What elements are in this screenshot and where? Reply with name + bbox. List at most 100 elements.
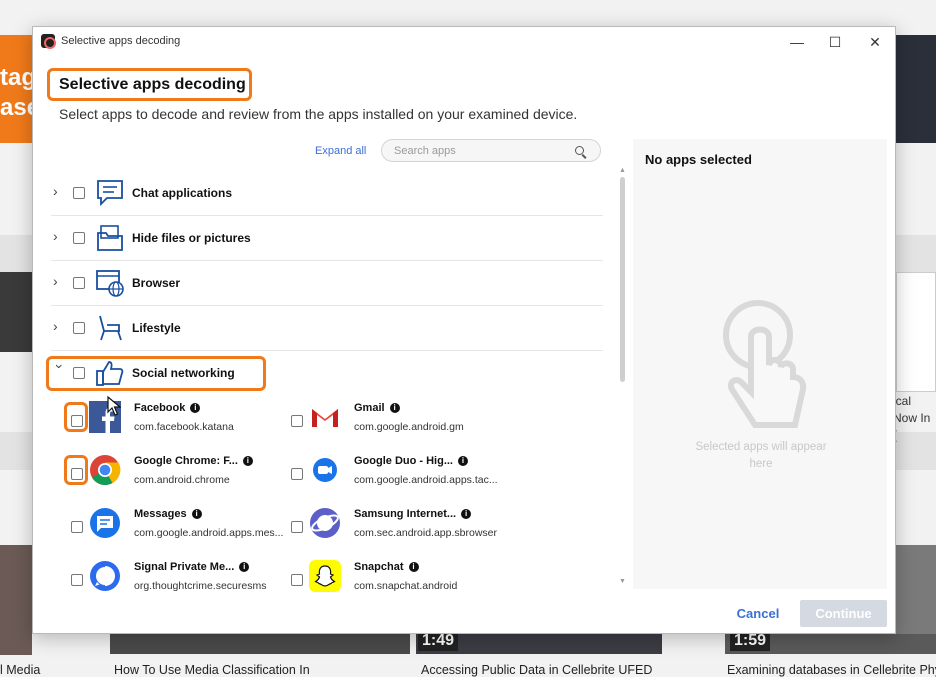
info-icon[interactable]: i bbox=[190, 403, 201, 413]
info-icon[interactable]: i bbox=[458, 456, 468, 466]
app-checkbox[interactable] bbox=[291, 574, 303, 586]
category-row-chat[interactable]: › Chat applications bbox=[51, 171, 603, 216]
highlight-box bbox=[64, 402, 88, 432]
category-label: Chat applications bbox=[132, 186, 233, 200]
minimize-button[interactable]: — bbox=[785, 31, 809, 53]
app-item-snapchat[interactable]: Snapchat i com.snapchat.android bbox=[287, 558, 507, 608]
app-logo-icon bbox=[41, 34, 56, 49]
background-thumbnail bbox=[110, 634, 410, 654]
video-duration: 1:59 bbox=[730, 631, 771, 651]
app-item-messages[interactable]: Messages i com.google.android.apps.mes... bbox=[67, 505, 287, 555]
info-icon[interactable]: i bbox=[239, 562, 250, 572]
scroll-down-arrow-icon[interactable]: ▼ bbox=[619, 578, 626, 585]
chat-icon bbox=[97, 180, 123, 207]
background-caption: ical Now In ( bbox=[893, 394, 931, 442]
app-package: com.facebook.katana bbox=[134, 421, 234, 433]
continue-button[interactable]: Continue bbox=[800, 600, 887, 627]
search-input[interactable] bbox=[394, 143, 574, 159]
tap-hand-icon bbox=[723, 300, 807, 428]
app-package: com.google.android.apps.tac... bbox=[354, 474, 498, 486]
app-name: Samsung Internet... i bbox=[354, 508, 472, 520]
background-thumbnail bbox=[896, 272, 936, 392]
chair-icon bbox=[99, 315, 122, 341]
info-icon[interactable]: i bbox=[191, 509, 202, 519]
app-package: com.google.android.apps.mes... bbox=[134, 527, 284, 539]
app-item-google-duo[interactable]: Google Duo - Hig... i com.google.android.… bbox=[287, 452, 507, 502]
app-item-samsung-internet[interactable]: Samsung Internet... i com.sec.android.app… bbox=[287, 505, 507, 555]
app-checkbox[interactable] bbox=[291, 521, 303, 533]
app-item-chrome[interactable]: Google Chrome: F... i com.android.chrome bbox=[67, 452, 287, 502]
chevron-right-icon[interactable]: › bbox=[53, 274, 67, 288]
app-item-signal[interactable]: Signal Private Me... i org.thoughtcrime.s… bbox=[67, 558, 287, 608]
mouse-cursor-icon bbox=[107, 396, 121, 416]
app-name: Signal Private Me... i bbox=[134, 561, 250, 573]
background-banner: tag ase bbox=[0, 35, 36, 143]
app-name: Snapchat i bbox=[354, 561, 419, 573]
video-caption[interactable]: Examining databases in Cellebrite Phy bbox=[727, 663, 936, 677]
no-apps-title: No apps selected bbox=[645, 152, 752, 167]
background-thumbnail bbox=[896, 545, 936, 634]
background-thumbnail bbox=[0, 272, 32, 352]
app-checkbox[interactable] bbox=[71, 574, 83, 586]
video-caption[interactable]: l Media bbox=[0, 663, 40, 677]
empty-state-text: Selected apps will appear here bbox=[695, 441, 827, 470]
chevron-right-icon[interactable]: › bbox=[53, 229, 67, 243]
gmail-icon bbox=[312, 409, 338, 427]
category-row-browser[interactable]: › Browser bbox=[51, 261, 603, 306]
category-row-hide-files[interactable]: › Hide files or pictures bbox=[51, 216, 603, 261]
cancel-button[interactable]: Cancel bbox=[723, 600, 793, 627]
info-icon[interactable]: i bbox=[408, 562, 419, 572]
app-package: org.thoughtcrime.securesms bbox=[134, 580, 267, 592]
page-title: Selective apps decoding bbox=[59, 76, 246, 93]
app-item-gmail[interactable]: Gmail i com.google.android.gm bbox=[287, 399, 507, 449]
category-label: Lifestyle bbox=[132, 321, 181, 335]
category-checkbox[interactable] bbox=[73, 322, 85, 334]
signal-icon bbox=[90, 561, 120, 591]
title-bar[interactable]: Selective apps decoding — ☐ ✕ bbox=[33, 27, 895, 57]
browser-icon bbox=[96, 270, 124, 297]
highlight-box bbox=[64, 455, 88, 485]
maximize-button[interactable]: ☐ bbox=[823, 31, 847, 53]
app-checkbox[interactable] bbox=[291, 468, 303, 480]
window-title: Selective apps decoding bbox=[61, 35, 181, 47]
video-caption[interactable]: How To Use Media Classification In bbox=[114, 663, 310, 677]
category-label: Browser bbox=[132, 276, 181, 290]
app-checkbox[interactable] bbox=[71, 521, 83, 533]
selective-apps-dialog: Selective apps decoding — ☐ ✕ Selective … bbox=[32, 26, 896, 634]
scroll-up-arrow-icon[interactable]: ▲ bbox=[619, 167, 626, 174]
expand-all-link[interactable]: Expand all bbox=[315, 145, 366, 157]
chevron-right-icon[interactable]: › bbox=[53, 319, 67, 333]
background-thumbnail bbox=[0, 545, 32, 655]
app-item-facebook[interactable]: Facebook i com.facebook.katana bbox=[67, 399, 287, 449]
app-package: com.sec.android.app.sbrowser bbox=[354, 527, 497, 539]
duo-icon bbox=[313, 458, 337, 482]
close-button[interactable]: ✕ bbox=[863, 31, 887, 53]
category-row-lifestyle[interactable]: › Lifestyle bbox=[51, 306, 603, 351]
category-checkbox[interactable] bbox=[73, 187, 85, 199]
app-checkbox[interactable] bbox=[291, 415, 303, 427]
category-checkbox[interactable] bbox=[73, 232, 85, 244]
search-box[interactable] bbox=[381, 139, 601, 162]
info-icon[interactable]: i bbox=[242, 456, 253, 466]
info-icon[interactable]: i bbox=[461, 509, 472, 519]
video-caption[interactable]: Accessing Public Data in Cellebrite UFED bbox=[421, 663, 652, 677]
messages-icon bbox=[90, 508, 120, 538]
highlight-box bbox=[46, 356, 266, 391]
app-name: Messages i bbox=[134, 508, 202, 520]
chrome-icon bbox=[90, 455, 121, 486]
video-duration: 1:49 bbox=[418, 631, 459, 651]
info-icon[interactable]: i bbox=[389, 403, 400, 413]
folder-icon bbox=[97, 225, 123, 251]
chevron-right-icon[interactable]: › bbox=[53, 184, 67, 198]
background-sidebar bbox=[892, 35, 936, 143]
app-package: com.android.chrome bbox=[134, 474, 230, 486]
category-checkbox[interactable] bbox=[73, 277, 85, 289]
category-label: Hide files or pictures bbox=[132, 231, 251, 245]
samsung-internet-icon bbox=[310, 508, 340, 538]
scrollbar-thumb[interactable] bbox=[620, 177, 625, 382]
search-icon[interactable] bbox=[575, 146, 584, 155]
banner-text: tag ase bbox=[0, 64, 36, 121]
app-name: Facebook i bbox=[134, 402, 201, 414]
app-name: Google Chrome: F... i bbox=[134, 455, 253, 467]
app-package: com.snapchat.android bbox=[354, 580, 458, 592]
